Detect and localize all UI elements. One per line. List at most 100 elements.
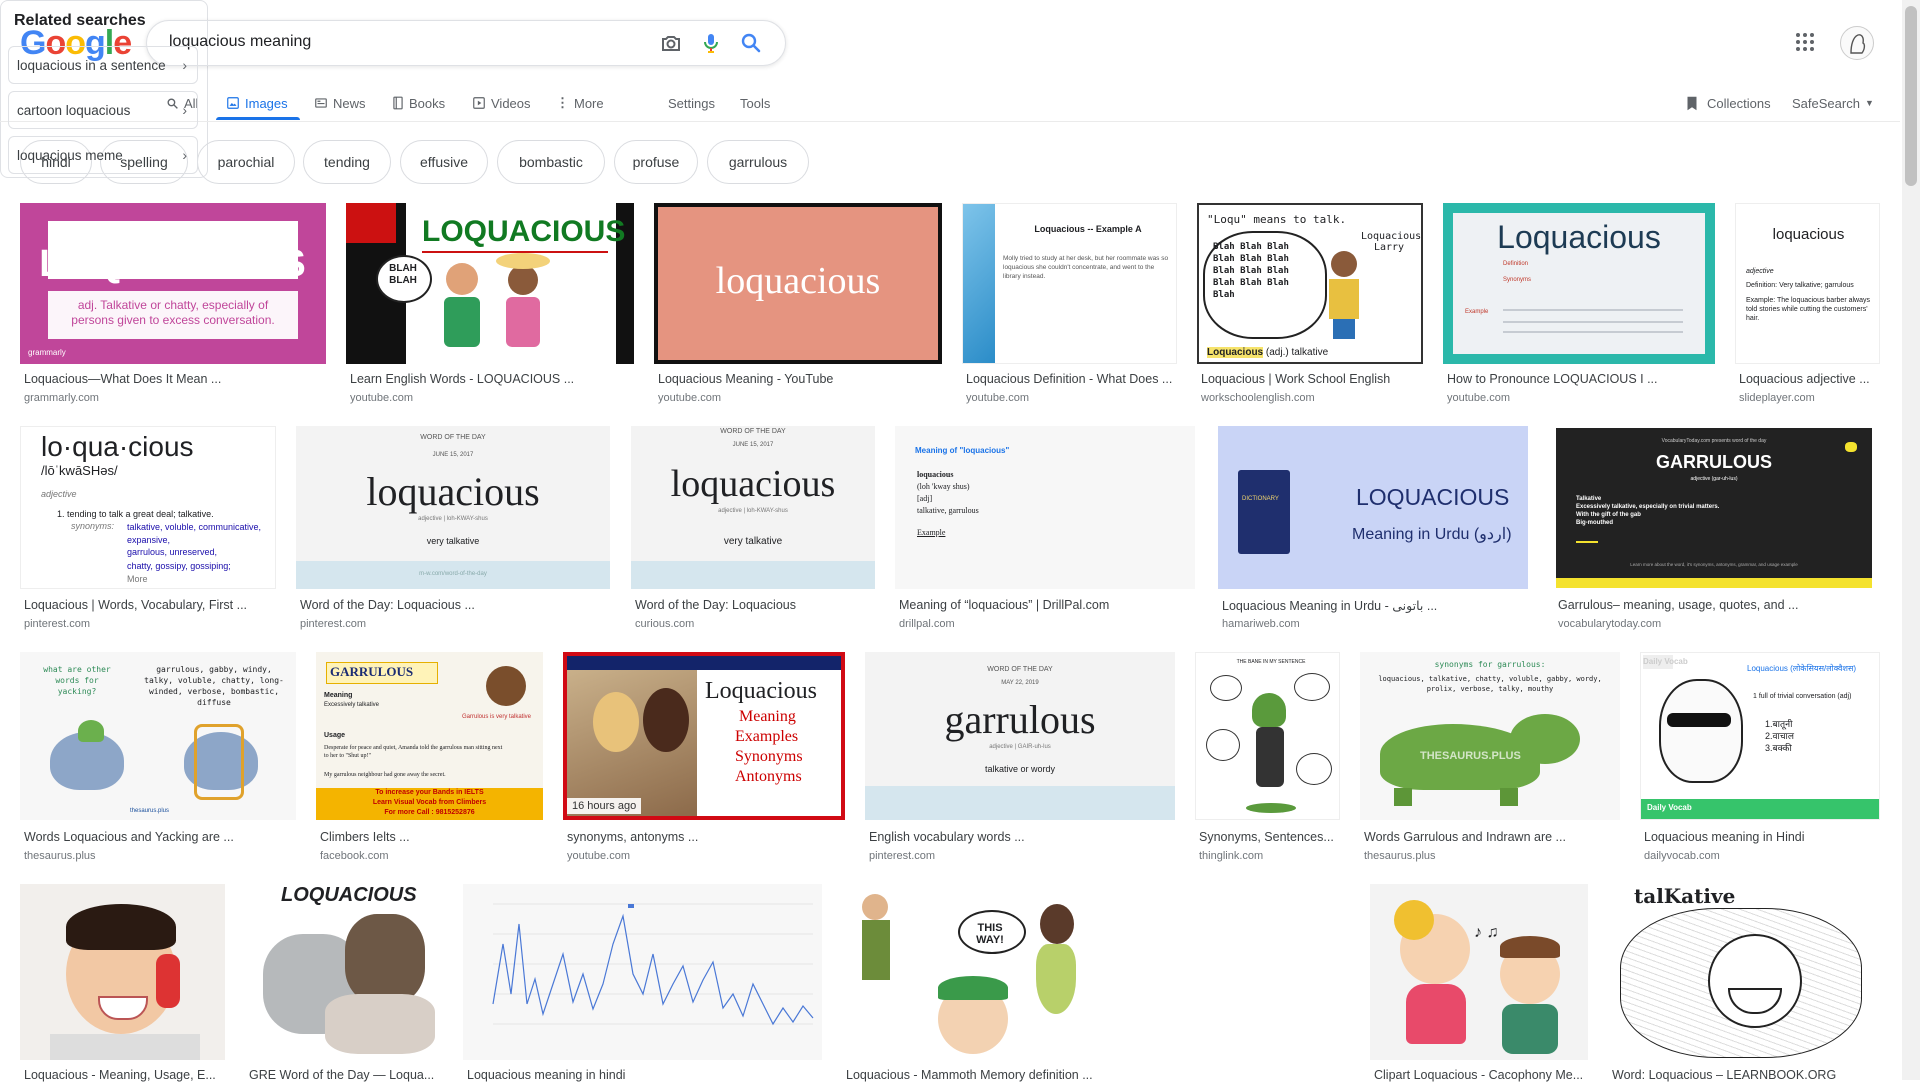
search-input[interactable] [167, 32, 631, 52]
result-image-17[interactable]: WORD OF THE DAY MAY 22, 2019 garrulous a… [865, 652, 1175, 820]
thumb-text: adjective [41, 489, 77, 499]
chevron-right-icon: › [182, 57, 187, 73]
result-title[interactable]: Learn English Words - LOQUACIOUS ... [350, 372, 630, 386]
chip-garrulous[interactable]: garrulous [707, 140, 809, 184]
thumb-text: Example: The loquacious barber always to… [1746, 297, 1870, 322]
tab-images[interactable]: Images [226, 88, 288, 118]
result-title[interactable]: English vocabulary words ... [869, 830, 1171, 844]
result-image-26[interactable]: talKative [1608, 884, 1880, 1060]
result-source[interactable]: workschoolenglish.com [1201, 392, 1315, 404]
result-title[interactable]: Word of the Day: Loquacious [635, 598, 871, 612]
result-source[interactable]: grammarly.com [24, 392, 99, 404]
result-source[interactable]: thesaurus.plus [24, 850, 96, 862]
result-image-2[interactable]: LOQUACIOUS BLAH BLAH [346, 203, 634, 364]
apps-grid-icon[interactable] [1795, 32, 1815, 52]
result-image-4[interactable]: Loquacious -- Example A Molly tried to s… [962, 203, 1177, 364]
safesearch-button[interactable]: SafeSearch ▼ [1792, 88, 1874, 118]
tab-news[interactable]: News [314, 88, 366, 118]
search-icon[interactable] [739, 31, 763, 55]
result-source[interactable]: pinterest.com [24, 618, 90, 630]
result-title[interactable]: Loquacious | Words, Vocabulary, First ..… [24, 598, 272, 612]
account-avatar[interactable] [1840, 26, 1874, 60]
result-title[interactable]: Loquacious adjective ... [1739, 372, 1876, 386]
result-title[interactable]: Loquacious Meaning - YouTube [658, 372, 938, 386]
result-source[interactable]: drillpal.com [899, 618, 955, 630]
chip-tending[interactable]: tending [303, 140, 391, 184]
result-image-19[interactable]: synonyms for garrulous: loquacious, talk… [1360, 652, 1620, 820]
scrollbar-thumb[interactable] [1905, 6, 1917, 186]
search-box[interactable] [146, 20, 786, 66]
tab-videos[interactable]: Videos [472, 88, 531, 118]
result-title[interactable]: Meaning of “loquacious” | DrillPal.com [899, 598, 1191, 612]
related-search-item[interactable]: cartoon loquacious › [8, 91, 198, 129]
result-image-14[interactable]: what are other words for yacking? garrul… [20, 652, 296, 820]
result-title[interactable]: How to Pronounce LOQUACIOUS I ... [1447, 372, 1711, 386]
result-title[interactable]: Words Loquacious and Yacking are ... [24, 830, 292, 844]
result-source[interactable]: facebook.com [320, 850, 388, 862]
result-image-8[interactable]: lo·qua·cious /lōˈkwāSHəs/ adjective 1. t… [20, 426, 276, 589]
bookmark-icon [1687, 96, 1697, 110]
result-image-1[interactable]: LOQUACIOUS adj. Talkative or chatty, esp… [20, 203, 326, 364]
settings-link[interactable]: Settings [668, 88, 715, 118]
result-image-11[interactable]: Meaning of "loquacious" loquacious (loh … [895, 426, 1195, 589]
result-source[interactable]: hamariweb.com [1222, 618, 1300, 630]
microphone-icon[interactable] [699, 31, 723, 55]
result-title[interactable]: Loquacious Definition - What Does ... [966, 372, 1173, 386]
result-image-9[interactable]: WORD OF THE DAY JUNE 15, 2017 loquacious… [296, 426, 610, 589]
result-title[interactable]: Climbers Ielts ... [320, 830, 539, 844]
chevron-right-icon: › [182, 147, 187, 163]
result-image-12[interactable]: DICTIONARY LOQUACIOUS Meaning in Urdu (ا… [1218, 426, 1528, 589]
result-title[interactable]: Loquacious—What Does It Mean ... [24, 372, 320, 386]
result-source[interactable]: thinglink.com [1199, 850, 1263, 862]
result-source[interactable]: youtube.com [567, 850, 630, 862]
result-title[interactable]: Loquacious | Work School English [1201, 372, 1419, 386]
result-image-3[interactable]: loquacious [654, 203, 942, 364]
result-title[interactable]: Words Garrulous and Indrawn are ... [1364, 830, 1616, 844]
result-image-23[interactable] [463, 884, 822, 1060]
result-image-16[interactable]: Loquacious Meaning Examples Synonyms Ant… [563, 652, 845, 820]
result-image-13[interactable]: VocabularyToday.com presents word of the… [1554, 426, 1874, 589]
tools-link[interactable]: Tools [740, 88, 770, 118]
result-image-18[interactable]: THE BANE IN MY SENTENCE [1195, 652, 1340, 820]
chip-profuse[interactable]: profuse [614, 140, 698, 184]
result-source[interactable]: pinterest.com [300, 618, 366, 630]
result-source[interactable]: youtube.com [658, 392, 721, 404]
result-source[interactable]: youtube.com [1447, 392, 1510, 404]
result-image-22[interactable]: LOQUACIOUS [245, 884, 443, 1060]
thumb-text: Meaning in Urdu (اردو) [1352, 526, 1512, 543]
result-image-5[interactable]: "Loqu" means to talk. Blah Blah Blah Bla… [1197, 203, 1423, 364]
tab-more[interactable]: ⋮ More [556, 88, 604, 118]
result-image-20[interactable]: Daily Vocab Loquacious (लोकेसियस/लोक्वैश… [1640, 652, 1880, 820]
chip-effusive[interactable]: effusive [400, 140, 488, 184]
result-image-6[interactable]: Loquacious Definition Synonyms Example [1443, 203, 1715, 364]
result-source[interactable]: pinterest.com [869, 850, 935, 862]
related-search-item[interactable]: loquacious in a sentence › [8, 46, 198, 84]
result-source[interactable]: curious.com [635, 618, 694, 630]
related-search-item[interactable]: loquacious meme › [8, 136, 198, 174]
result-image-25[interactable]: ♪ ♫ [1370, 884, 1588, 1060]
result-source[interactable]: youtube.com [350, 392, 413, 404]
result-title[interactable]: Word of the Day: Loquacious ... [300, 598, 606, 612]
result-title[interactable]: Synonyms, Sentences... [1199, 830, 1336, 844]
tab-books[interactable]: Books [392, 88, 445, 118]
result-source[interactable]: slideplayer.com [1739, 392, 1815, 404]
result-title[interactable]: Loquacious Meaning in Urdu - باتونی ... [1222, 598, 1524, 613]
result-title[interactable]: Loquacious meaning in Hindi [1644, 830, 1876, 844]
result-source[interactable]: vocabularytoday.com [1558, 618, 1661, 630]
camera-icon[interactable] [659, 31, 683, 55]
result-image-10[interactable]: WORD OF THE DAY JUNE 15, 2017 loquacious… [631, 426, 875, 589]
result-image-15[interactable]: GARRULOUS Meaning Excessively talkative … [316, 652, 543, 820]
result-title[interactable]: Garrulous– meaning, usage, quotes, and .… [1558, 598, 1870, 612]
collections-button[interactable]: Collections [1686, 88, 1771, 118]
result-image-7[interactable]: loquacious adjective Definition: Very ta… [1735, 203, 1880, 364]
result-image-21[interactable] [20, 884, 225, 1060]
result-image-24[interactable]: THIS WAY! [842, 884, 1122, 1060]
result-source[interactable]: dailyvocab.com [1644, 850, 1720, 862]
thumb-text: adjective | loh-KWAY-shus [418, 516, 488, 522]
chip-parochial[interactable]: parochial [197, 140, 295, 184]
header-divider [0, 121, 1900, 122]
chip-bombastic[interactable]: bombastic [497, 140, 605, 184]
result-source[interactable]: youtube.com [966, 392, 1029, 404]
result-title[interactable]: synonyms, antonyms ... [567, 830, 841, 844]
result-source[interactable]: thesaurus.plus [1364, 850, 1436, 862]
